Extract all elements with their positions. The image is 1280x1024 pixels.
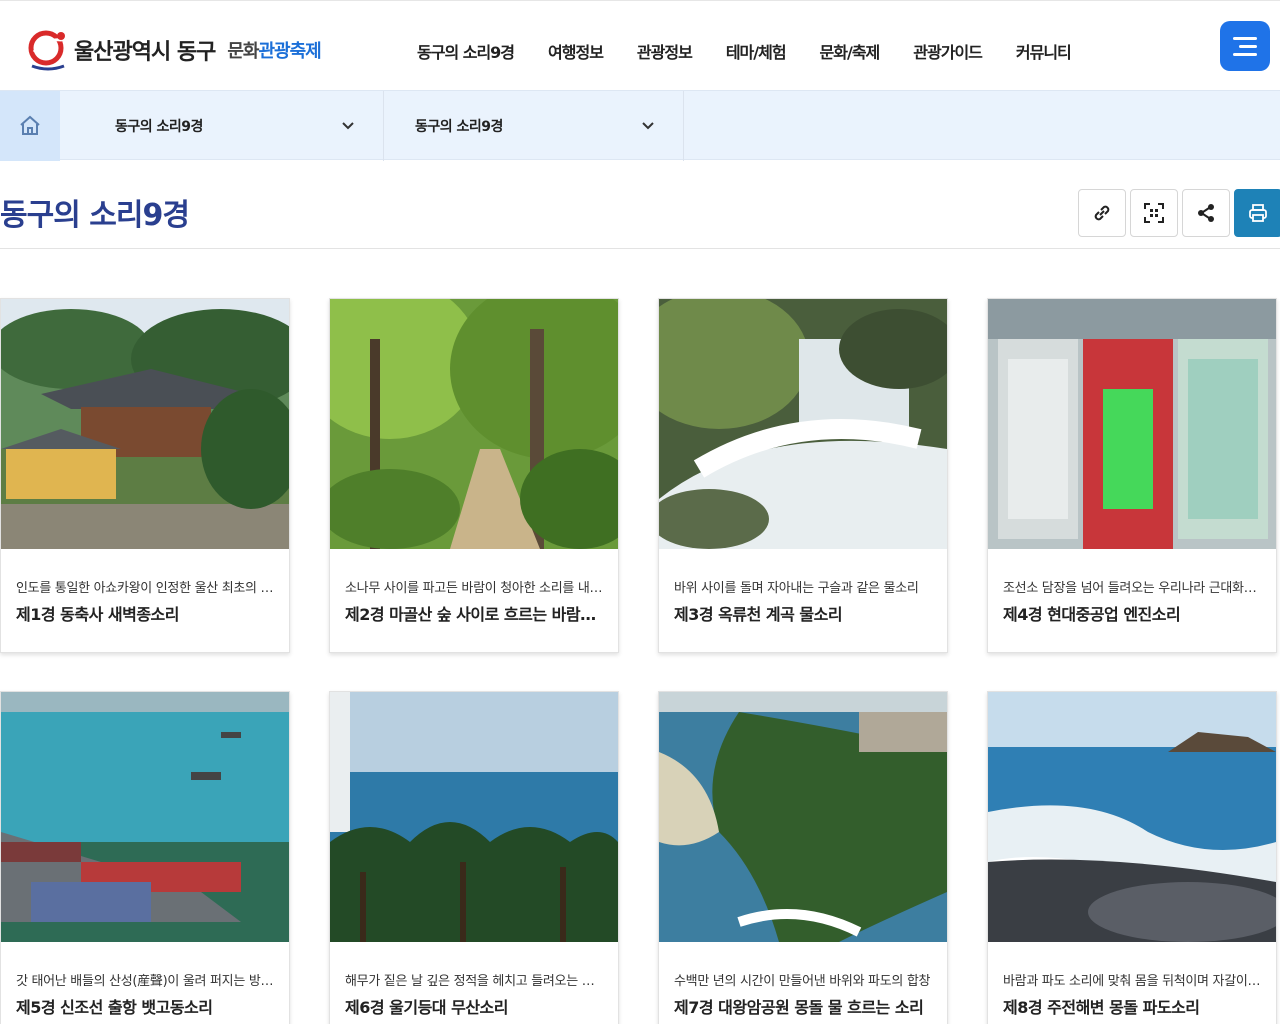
card-photo (330, 692, 618, 942)
qr-code-button[interactable] (1130, 189, 1178, 237)
link-icon (1094, 205, 1110, 221)
nav-item-tour-info[interactable]: 관광정보 (637, 39, 693, 63)
print-button[interactable] (1234, 189, 1280, 237)
nav-item-community[interactable]: 커뮤니티 (1016, 39, 1072, 63)
logo-main-text: 울산광역시 동구 (74, 40, 216, 65)
list-item[interactable]: 인도를 통일한 아쇼카왕이 인정한 울산 최초의 사찰 동축사 제1경 동축사 … (0, 298, 290, 653)
list-item[interactable]: 수백만 년의 시간이 만들어낸 바위와 파도의 합창 제7경 대왕암공원 몽돌 … (658, 691, 948, 1024)
card-description: 인도를 통일한 아쇼카왕이 인정한 울산 최초의 사찰 동축사 (16, 581, 276, 596)
breadcrumb-depth2-select[interactable]: 동구의 소리9경 (384, 91, 684, 161)
page-title: 동구의 소리9경 (0, 198, 190, 233)
card-photo (659, 692, 947, 942)
main-nav: 동구의 소리9경 여행정보 관광정보 테마/체험 문화/축제 관광가이드 커뮤니… (400, 39, 1105, 63)
nav-item-travel-info[interactable]: 여행정보 (548, 39, 604, 63)
card-title: 제2경 마골산 숲 사이로 흐르는 바람소리 (345, 605, 607, 624)
card-photo (659, 299, 947, 549)
nav-item-culture[interactable]: 문화/축제 (820, 39, 881, 63)
card-title: 제3경 옥류천 계곡 물소리 (674, 605, 843, 624)
card-title: 제6경 울기등대 무산소리 (345, 998, 508, 1017)
print-icon (1249, 204, 1267, 222)
share-button[interactable] (1182, 189, 1230, 237)
card-title: 제7경 대왕암공원 몽돌 물 흐르는 소리 (674, 998, 924, 1017)
card-description: 바람과 파도 소리에 맞춰 몸을 뒤척이며 자갈이 내는 소리 (1003, 974, 1263, 989)
chevron-down-icon (642, 122, 654, 130)
card-photo (988, 299, 1276, 549)
nav-item-guide[interactable]: 관광가이드 (913, 39, 983, 63)
list-item[interactable]: 바위 사이를 돌며 자아내는 구슬과 같은 물소리 제3경 옥류천 계곡 물소리 (658, 298, 948, 653)
chevron-down-icon (342, 122, 354, 130)
logo-sub-text-2: 관광축제 (258, 41, 321, 62)
card-description: 바위 사이를 돌며 자아내는 구슬과 같은 물소리 (674, 581, 919, 596)
card-title: 제4경 현대중공업 엔진소리 (1003, 605, 1181, 624)
card-title: 제5경 신조선 출항 뱃고동소리 (16, 998, 213, 1017)
card-description: 해무가 짙은 날 깊은 정적을 헤치고 들려오는 무산소리 (345, 974, 605, 989)
home-icon (20, 115, 40, 135)
copy-link-button[interactable] (1078, 189, 1126, 237)
site-header: 울산광역시 동구 문화 관광축제 동구의 소리9경 여행정보 관광정보 테마/체… (0, 0, 1280, 90)
card-photo (330, 299, 618, 549)
site-logo[interactable]: 울산광역시 동구 문화 관광축제 (28, 27, 322, 73)
page-tools (1078, 189, 1280, 237)
card-photo (988, 692, 1276, 942)
qr-scan-icon (1144, 203, 1164, 223)
logo-sub-text-1: 문화 (227, 41, 259, 62)
all-menu-button[interactable] (1220, 21, 1270, 71)
card-description: 갓 태어난 배들의 산성(産聲)이 울려 퍼지는 방어진항 (16, 974, 276, 989)
card-title: 제8경 주전해변 몽돌 파도소리 (1003, 998, 1200, 1017)
list-item[interactable]: 소나무 사이를 파고든 바람이 청아한 소리를 내는 마골산 제2경 마골산 숲… (329, 298, 619, 653)
nav-item-theme[interactable]: 테마/체험 (726, 39, 787, 63)
title-divider (0, 248, 1280, 249)
share-icon (1198, 204, 1214, 222)
hamburger-menu-icon (1233, 36, 1257, 40)
card-description: 조선소 담장을 넘어 들려오는 우리나라 근대화의 소리 (1003, 581, 1263, 596)
card-title: 제1경 동축사 새벽종소리 (16, 605, 179, 624)
card-description: 수백만 년의 시간이 만들어낸 바위와 파도의 합창 (674, 974, 931, 989)
list-item[interactable]: 갓 태어난 배들의 산성(産聲)이 울려 퍼지는 방어진항 제5경 신조선 출항… (0, 691, 290, 1024)
card-photo (1, 299, 289, 549)
list-item[interactable]: 조선소 담장을 넘어 들려오는 우리나라 근대화의 소리 제4경 현대중공업 엔… (987, 298, 1277, 653)
breadcrumb-depth2-label: 동구의 소리9경 (415, 119, 503, 135)
list-item[interactable]: 해무가 짙은 날 깊은 정적을 헤치고 들려오는 무산소리 제6경 울기등대 무… (329, 691, 619, 1024)
card-photo (1, 692, 289, 942)
nav-item-sound9[interactable]: 동구의 소리9경 (417, 39, 515, 63)
breadcrumb-depth1-select[interactable]: 동구의 소리9경 (60, 91, 384, 161)
list-item[interactable]: 바람과 파도 소리에 맞춰 몸을 뒤척이며 자갈이 내는 소리 제8경 주전해변… (987, 691, 1277, 1024)
breadcrumb-depth1-label: 동구의 소리9경 (115, 119, 203, 135)
home-button[interactable] (0, 91, 60, 161)
card-description: 소나무 사이를 파고든 바람이 청아한 소리를 내는 마골산 (345, 581, 605, 596)
logo-emblem-icon (28, 28, 68, 72)
breadcrumb: 동구의 소리9경 동구의 소리9경 (0, 90, 1280, 161)
